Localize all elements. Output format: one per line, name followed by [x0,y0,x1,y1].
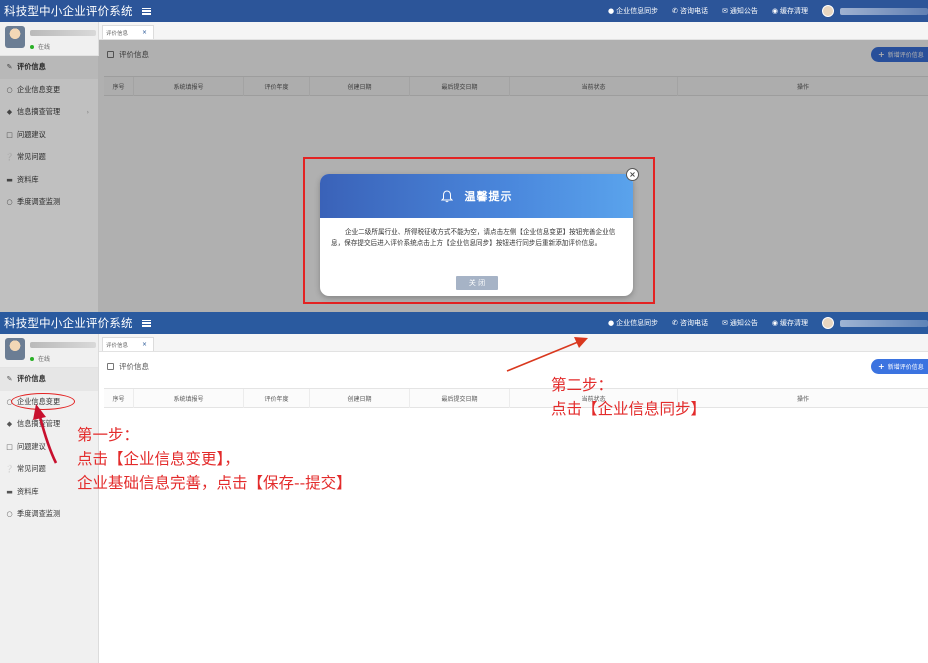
circle-icon: ○ [6,510,13,519]
user-icon: ● [608,319,615,327]
sidebar: 在线 ✎ 评价信息 ○ 企业信息变更 ◆ 信息摘查管理 □ 问题建议 ❔ 常见问题 ▬ 资料… [0,334,99,663]
close-icon[interactable]: × [142,341,147,348]
question-icon: ❔ [5,465,14,474]
add-evaluation-button[interactable]: + 新增评价信息 [871,359,928,374]
modal-backdrop [0,56,99,312]
column-header: 序号 [104,389,134,408]
notice-icon: ✉ [722,7,728,15]
bell-icon [440,189,453,202]
menu-toggle-icon[interactable] [141,7,151,15]
column-header: 系统填报号 [134,389,244,408]
user-avatar [5,26,25,48]
list-icon [107,363,114,370]
clear-cache-button[interactable]: ◉ 缓存清理 [772,6,808,16]
tab-strip: 评价信息 × [99,334,928,352]
top-actions: ● 企业信息同步 ✆ 咨询电话 ✉ 通知公告 ◉ 缓存清理 [608,312,928,334]
edit-icon: ✎ [6,375,13,384]
top-actions: ● 企业信息同步 ✆ 咨询电话 ✉ 通知公告 ◉ 缓存清理 [608,0,928,22]
notice-button[interactable]: ✉ 通知公告 [722,6,758,16]
column-header: 操作 [796,396,809,403]
app-title: 科技型中小企业评价系统 [4,4,133,18]
top-navbar: 科技型中小企业评价系统 ● 企业信息同步 ✆ 咨询电话 ✉ 通知公告 ◉ 缓存清理 [0,312,928,334]
top-navbar: 科技型中小企业评价系统 ● 企业信息同步 ✆ 咨询电话 ✉ 通知公告 ◉ 缓存清理 [0,0,928,22]
avatar[interactable] [822,5,834,17]
notice-icon: ✉ [722,319,728,327]
close-icon[interactable]: × [626,168,639,181]
user-block: 在线 [0,22,98,56]
online-dot [30,356,34,361]
screenshot-top: 科技型中小企业评价系统 ● 企业信息同步 ✆ 咨询电话 ✉ 通知公告 ◉ 缓存清理 在线… [0,0,928,312]
clear-cache-icon: ◉ [771,319,778,327]
main-content: 评价信息 × 评价信息 + 新增评价信息 序号 系统填报号 评价年度 创建日期 最后… [99,334,928,663]
phone-icon: ✆ [672,7,679,15]
user-status: 在线 [30,354,50,363]
user-status: 在线 [30,42,50,51]
user-name-redacted [840,319,928,327]
clear-cache-icon: ◉ [771,7,778,15]
user-name-redacted [30,342,96,348]
highlight-circle [11,393,75,410]
user-name-redacted [840,7,928,15]
column-header: 最后提交日期 [410,389,510,408]
avatar[interactable] [822,317,834,329]
hotline-button[interactable]: ✆ 咨询电话 [672,318,708,328]
user-name-redacted [30,30,96,36]
folder-icon: ▬ [6,487,13,496]
dialog-message: 企业二级所属行业、所得税征收方式不能为空，请点击左侧【企业信息变更】按钮完善企业… [331,228,616,248]
user-block: 在线 [0,334,98,368]
menu-toggle-icon[interactable] [141,319,151,327]
close-dialog-button[interactable]: 关 闭 [456,276,498,290]
warm-tip-dialog: 温馨提示 × 企业二级所属行业、所得税征收方式不能为空，请点击左侧【企业信息变更… [320,168,639,296]
panel-title: 评价信息 [107,361,149,372]
close-icon[interactable]: × [142,29,147,36]
column-header: 创建日期 [310,389,410,408]
tab-evaluation[interactable]: 评价信息 × [102,25,155,39]
notice-button[interactable]: ✉ 通知公告 [722,318,758,328]
dialog-title: 温馨提示 [440,188,513,204]
sidebar-item-quarterly-survey[interactable]: ○ 季度调查监测 [0,503,98,526]
phone-icon: ✆ [672,319,679,327]
plus-icon: + [878,362,885,371]
annotation-step1: 第一步： 点击【企业信息变更】， 企业基础信息完善，点击【保存--提交】 [77,426,352,492]
dialog-header: 温馨提示 [320,174,633,218]
chat-icon: □ [6,442,13,451]
tab-strip: 评价信息 × [99,22,928,40]
sync-enterprise-info-button[interactable]: ● 企业信息同步 [608,6,658,16]
app-title: 科技型中小企业评价系统 [4,316,133,330]
tag-icon: ◆ [6,420,13,429]
user-icon: ● [608,7,615,15]
tab-evaluation[interactable]: 评价信息 × [102,337,155,351]
online-dot [30,44,34,49]
panel-header: 评价信息 + 新增评价信息 [99,352,928,378]
column-header: 评价年度 [244,389,310,408]
annotation-step2: 第二步： 点击【企业信息同步】 [551,376,707,418]
sync-enterprise-info-button[interactable]: ● 企业信息同步 [608,318,658,328]
clear-cache-button[interactable]: ◉ 缓存清理 [772,318,808,328]
sidebar-item-evaluation[interactable]: ✎ 评价信息 [0,368,98,391]
table-header: 序号 系统填报号 评价年度 创建日期 最后提交日期 当前状态 操作 [104,388,928,408]
user-avatar [5,338,25,360]
hotline-button[interactable]: ✆ 咨询电话 [672,6,708,16]
